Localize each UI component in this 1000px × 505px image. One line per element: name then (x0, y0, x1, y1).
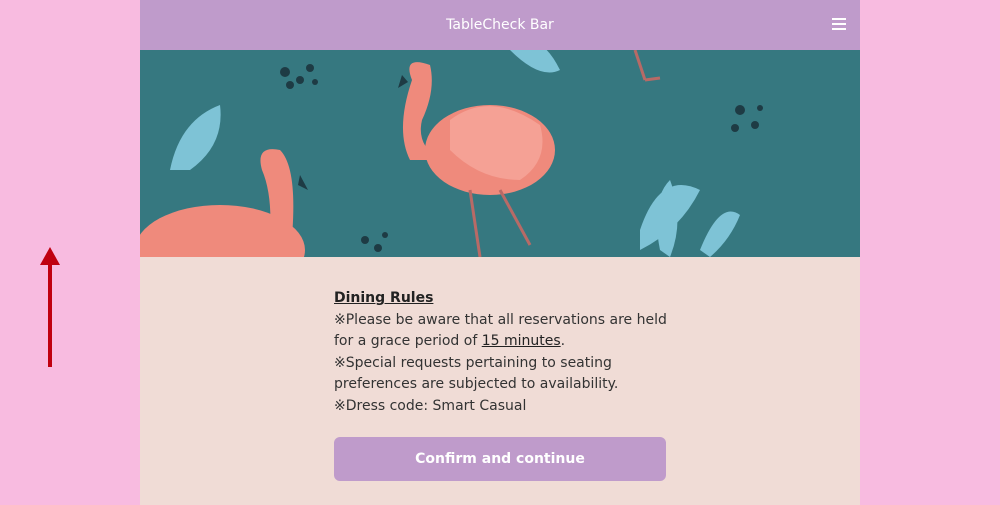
grace-period-end: . (560, 333, 566, 349)
dining-rules-section: Dining Rules ※Please be aware that all r… (334, 288, 674, 417)
header-bar: TableCheck Bar (140, 0, 860, 50)
special-requests-rule: ※Special requests pertaining to seating … (334, 354, 619, 393)
app-container: TableCheck Bar Dining Rules ※Please be a… (140, 0, 860, 505)
grace-period-rule: ※Please be aware that all reservations a… (334, 310, 674, 353)
confirm-and-continue-button[interactable]: Confirm and continue (334, 437, 666, 481)
scroll-up-arrow-icon (40, 247, 60, 367)
dress-code-rule: ※Dress code: Smart Casual (334, 397, 527, 414)
grace-period-link[interactable]: 15 minutes (482, 333, 561, 349)
hamburger-menu-icon[interactable] (832, 18, 846, 32)
header-title: TableCheck Bar (446, 17, 554, 33)
hero-image (140, 50, 860, 257)
flamingo-pattern-illustration (140, 50, 763, 257)
dining-rules-title: Dining Rules (334, 290, 434, 306)
